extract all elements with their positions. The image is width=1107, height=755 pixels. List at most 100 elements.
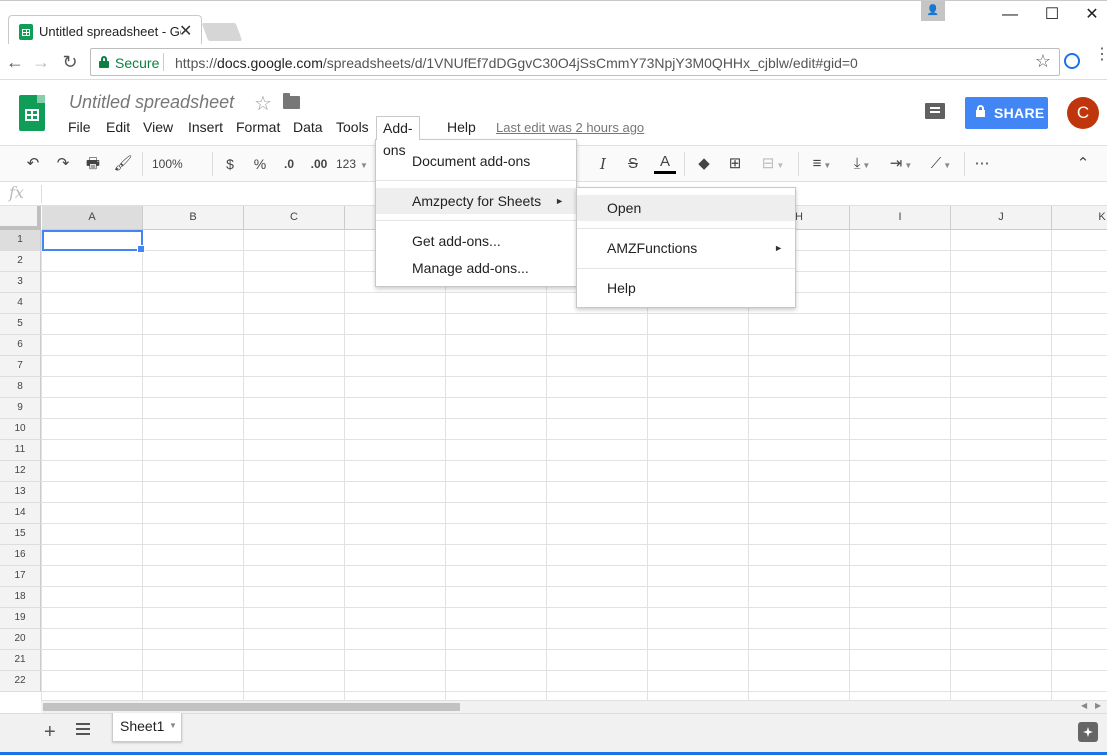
reload-button[interactable]: ↻ <box>58 50 82 74</box>
sheets-logo[interactable] <box>19 95 45 131</box>
menu-data[interactable]: Data <box>287 116 329 140</box>
horizontal-scrollbar[interactable]: ◀ ▶ <box>41 700 1107 713</box>
row-header[interactable]: 7 <box>0 356 41 377</box>
text-rotation-icon[interactable]: ⟋ ▼ <box>924 154 958 174</box>
address-bar[interactable]: Secure https://docs.google.com/spreadshe… <box>90 48 1060 76</box>
extension-icon[interactable] <box>1064 53 1080 69</box>
scrollbar-thumb[interactable] <box>43 703 460 711</box>
sheet-tab[interactable]: Sheet1 ▼ <box>112 713 182 742</box>
row-header[interactable]: 20 <box>0 629 41 650</box>
back-button[interactable]: ← <box>3 50 27 74</box>
menu-item-document-addons[interactable]: Document add-ons <box>376 148 576 174</box>
menu-item-amzpecty[interactable]: Amzpecty for Sheets ► <box>376 188 576 214</box>
row-header[interactable]: 9 <box>0 398 41 419</box>
avatar[interactable]: C <box>1067 97 1099 129</box>
percent-button[interactable]: % <box>250 154 270 174</box>
align-left-icon[interactable]: ≡ ▼ <box>806 154 838 174</box>
column-header[interactable]: A <box>42 206 143 230</box>
url-text[interactable]: https://docs.google.com/spreadsheets/d/1… <box>175 55 858 71</box>
folder-icon[interactable] <box>283 93 300 109</box>
menu-insert[interactable]: Insert <box>182 116 229 140</box>
row-header[interactable]: 4 <box>0 293 41 314</box>
all-sheets-icon[interactable] <box>76 723 90 735</box>
browser-menu-icon[interactable]: ⋮ <box>1094 47 1107 63</box>
row-header[interactable]: 18 <box>0 587 41 608</box>
decrease-decimals-button[interactable]: .0 <box>278 154 300 174</box>
bookmark-star-icon[interactable]: ☆ <box>1035 51 1051 72</box>
tab-close-icon[interactable]: ✕ <box>179 21 192 41</box>
column-header[interactable]: B <box>143 206 244 230</box>
collapse-toolbar-icon[interactable]: ⌃ <box>1073 154 1093 174</box>
column-header[interactable]: J <box>951 206 1052 230</box>
menu-item-help[interactable]: Help <box>577 275 795 301</box>
menu-tools[interactable]: Tools <box>330 116 375 140</box>
fill-color-icon[interactable]: ◆ <box>694 154 714 174</box>
menu-help[interactable]: Help <box>441 116 482 140</box>
row-header[interactable]: 15 <box>0 524 41 545</box>
italic-button[interactable]: I <box>592 154 614 174</box>
scroll-left-icon[interactable]: ◀ <box>1081 701 1087 710</box>
merge-cells-icon[interactable]: ⊟ ▼ <box>756 154 790 174</box>
row-header[interactable]: 13 <box>0 482 41 503</box>
row-header[interactable]: 5 <box>0 314 41 335</box>
row-header[interactable]: 19 <box>0 608 41 629</box>
currency-button[interactable]: $ <box>220 154 240 174</box>
borders-icon[interactable]: ⊞ <box>724 154 746 174</box>
active-cell[interactable] <box>42 230 145 253</box>
share-button[interactable]: SHARE <box>965 97 1048 129</box>
scroll-right-icon[interactable]: ▶ <box>1095 701 1101 710</box>
row-header[interactable]: 2 <box>0 251 41 272</box>
vertical-align-icon[interactable]: ⤓ ▼ <box>846 154 878 174</box>
last-edit-link[interactable]: Last edit was 2 hours ago <box>496 120 644 135</box>
increase-decimals-button[interactable]: .00 <box>306 154 332 174</box>
menu-view[interactable]: View <box>137 116 179 140</box>
strikethrough-button[interactable]: S <box>622 154 644 174</box>
menu-item-amzfunctions[interactable]: AMZFunctions ► <box>577 235 795 261</box>
explore-icon[interactable] <box>1078 722 1098 742</box>
menu-format[interactable]: Format <box>230 116 286 140</box>
print-icon[interactable]: 🖶 <box>82 154 104 174</box>
profile-icon[interactable]: 👤 <box>921 1 945 21</box>
column-header[interactable]: K <box>1052 206 1107 230</box>
row-header[interactable]: 3 <box>0 272 41 293</box>
paint-format-icon[interactable]: 🖌 <box>112 154 134 174</box>
row-header[interactable]: 1 <box>0 230 41 251</box>
browser-tab[interactable]: Untitled spreadsheet - Go ✕ <box>8 15 202 46</box>
menu-addons[interactable]: Add-ons <box>376 116 420 158</box>
menu-edit[interactable]: Edit <box>100 116 136 140</box>
chevron-down-icon[interactable]: ▼ <box>169 721 177 730</box>
more-icon[interactable]: ⋯ <box>972 154 992 174</box>
star-icon[interactable]: ☆ <box>254 91 272 116</box>
undo-icon[interactable]: ↶ <box>22 154 44 174</box>
row-header[interactable]: 10 <box>0 419 41 440</box>
select-all-corner[interactable] <box>0 206 41 230</box>
menu-item-manage-addons[interactable]: Manage add-ons... <box>376 255 576 281</box>
new-tab-button[interactable] <box>201 23 243 41</box>
row-header[interactable]: 6 <box>0 335 41 356</box>
menu-item-get-addons[interactable]: Get add-ons... <box>376 228 576 254</box>
row-header[interactable]: 12 <box>0 461 41 482</box>
row-header[interactable]: 16 <box>0 545 41 566</box>
redo-icon[interactable]: ↷ <box>52 154 74 174</box>
column-header[interactable]: C <box>244 206 345 230</box>
document-title[interactable]: Untitled spreadsheet <box>69 92 234 113</box>
menu-file[interactable]: File <box>62 116 97 140</box>
maximize-button[interactable]: ☐ <box>1032 5 1072 27</box>
row-header[interactable]: 21 <box>0 650 41 671</box>
add-sheet-button[interactable]: + <box>44 721 56 744</box>
row-header[interactable]: 17 <box>0 566 41 587</box>
text-color-button[interactable]: A <box>654 154 676 174</box>
close-window-button[interactable]: ✕ <box>1072 5 1107 27</box>
menu-item-open[interactable]: Open <box>577 195 795 221</box>
minimize-button[interactable]: — <box>990 5 1030 27</box>
row-header[interactable]: 8 <box>0 377 41 398</box>
more-formats-button[interactable]: 123 ▼ <box>336 154 376 174</box>
row-header[interactable]: 11 <box>0 440 41 461</box>
row-header[interactable]: 14 <box>0 503 41 524</box>
zoom-select[interactable]: 100% ▼ <box>152 154 202 190</box>
forward-button[interactable]: → <box>29 50 53 74</box>
row-header[interactable]: 22 <box>0 671 41 692</box>
comments-icon[interactable] <box>925 103 945 119</box>
text-wrap-icon[interactable]: ⇥ ▼ <box>884 154 918 174</box>
column-header[interactable]: I <box>850 206 951 230</box>
